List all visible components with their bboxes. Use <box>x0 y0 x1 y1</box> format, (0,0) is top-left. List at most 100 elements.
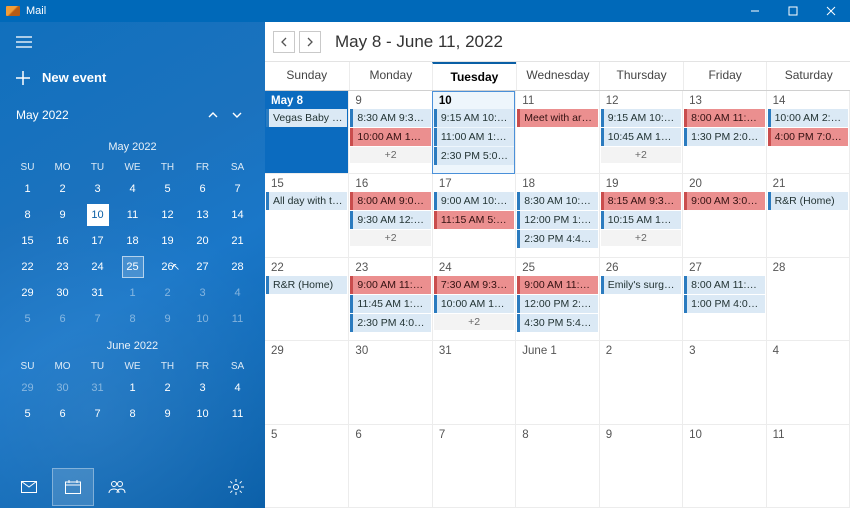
mini-day[interactable]: 26↖ <box>150 254 185 280</box>
event-chip[interactable]: 10:00 AM 12:00 P <box>434 295 514 313</box>
event-chip[interactable]: 9:15 AM 10:15 AM <box>601 109 681 127</box>
calendar-cell[interactable]: 29 <box>265 341 348 424</box>
event-chip[interactable]: 1:00 PM 4:00 PM <box>684 295 764 313</box>
calendar-cell[interactable]: 1410:00 AM 2:00 PM4:00 PM 7:00 PM <box>766 91 849 174</box>
mini-day[interactable]: 7 <box>220 176 255 202</box>
calendar-cell[interactable]: 15All day with the k… <box>265 174 348 257</box>
event-chip[interactable]: 8:30 AM 9:30 AM <box>350 109 430 127</box>
event-chip[interactable]: 7:30 AM 9:30 AM <box>434 276 514 294</box>
event-chip[interactable]: 9:00 AM 3:00 PM <box>684 192 764 210</box>
event-chip[interactable]: 2:30 PM 5:00 PM <box>434 147 514 165</box>
window-maximize-button[interactable] <box>774 0 812 22</box>
calendar-cell[interactable]: 7 <box>432 425 515 508</box>
mini-day[interactable]: 2 <box>45 176 80 202</box>
event-chip[interactable]: 11:15 AM 5:00 PM <box>434 211 514 229</box>
settings-button[interactable] <box>215 468 257 506</box>
mini-day[interactable]: 29 <box>10 280 45 306</box>
mail-button[interactable] <box>8 468 50 506</box>
event-chip[interactable]: 2:30 PM 4:00 PM <box>350 314 430 332</box>
mini-day[interactable]: 7 <box>80 401 115 427</box>
event-chip[interactable]: 8:00 AM 11:00 AM <box>684 276 764 294</box>
event-chip[interactable]: 9:00 AM 11:00 AM <box>350 276 430 294</box>
month-next-button[interactable] <box>225 103 249 127</box>
event-chip[interactable]: 4:00 PM 7:00 PM <box>768 128 848 146</box>
mini-day[interactable]: 4 <box>115 176 150 202</box>
calendar-cell[interactable]: 9 <box>599 425 682 508</box>
mini-day[interactable]: 6 <box>185 176 220 202</box>
mini-day[interactable]: 14 <box>220 202 255 228</box>
event-chip[interactable]: 2:30 PM 4:45 PM <box>517 230 597 248</box>
mini-day[interactable]: 27 <box>185 254 220 280</box>
mini-day[interactable]: 11 <box>220 306 255 332</box>
mini-day[interactable]: 30 <box>45 280 80 306</box>
calendar-cell[interactable]: 2 <box>599 341 682 424</box>
event-chip[interactable]: R&R (Home) <box>768 192 848 210</box>
event-chip[interactable]: 12:00 PM 1:30 PM <box>517 211 597 229</box>
mini-day[interactable]: 4 <box>220 280 255 306</box>
mini-day[interactable]: 15 <box>10 228 45 254</box>
calendar-cell[interactable]: 3 <box>682 341 765 424</box>
mini-day[interactable]: 8 <box>115 401 150 427</box>
event-chip[interactable]: 10:45 AM 12:00 P <box>601 128 681 146</box>
mini-day[interactable]: 20 <box>185 228 220 254</box>
mini-day[interactable]: 5 <box>10 401 45 427</box>
event-chip[interactable]: 8:30 AM 10:30 AM <box>517 192 597 210</box>
calendar-cell[interactable]: 6 <box>348 425 431 508</box>
mini-day[interactable]: 5 <box>150 176 185 202</box>
mini-day[interactable]: 23 <box>45 254 80 280</box>
overflow-indicator[interactable]: +2 <box>601 147 681 163</box>
calendar-cell[interactable]: 11Meet with archit… <box>515 91 598 174</box>
calendar-cell[interactable]: 168:00 AM 9:00 AM9:30 AM 12:00 PM+2 <box>348 174 431 257</box>
mini-day[interactable]: 28 <box>220 254 255 280</box>
calendar-cell[interactable]: 98:30 AM 9:30 AM10:00 AM 12:00 P+2 <box>348 91 431 174</box>
event-chip[interactable]: 10:00 AM 2:00 PM <box>768 109 848 127</box>
event-chip[interactable]: Vegas Baby (Las… <box>266 109 347 127</box>
mini-day[interactable]: 3 <box>80 176 115 202</box>
mini-day[interactable]: 31 <box>80 280 115 306</box>
mini-day[interactable]: 25 <box>115 254 150 280</box>
mini-day[interactable]: 9 <box>150 306 185 332</box>
month-prev-button[interactable] <box>201 103 225 127</box>
calendar-cell[interactable]: June 1 <box>515 341 598 424</box>
event-chip[interactable]: 9:30 AM 12:00 PM <box>350 211 430 229</box>
mini-day[interactable]: 3 <box>185 280 220 306</box>
mini-day[interactable]: 1 <box>10 176 45 202</box>
window-minimize-button[interactable] <box>736 0 774 22</box>
mini-day[interactable]: 5 <box>10 306 45 332</box>
calendar-cell[interactable]: 5 <box>265 425 348 508</box>
mini-day[interactable]: 8 <box>10 202 45 228</box>
calendar-cell[interactable]: 239:00 AM 11:00 AM11:45 AM 1:30 PM2:30 P… <box>348 258 431 341</box>
calendar-cell[interactable]: 10 <box>682 425 765 508</box>
mini-day[interactable]: 9 <box>45 202 80 228</box>
calendar-cell[interactable]: 30 <box>348 341 431 424</box>
event-chip[interactable]: 8:00 AM 9:00 AM <box>350 192 430 210</box>
event-chip[interactable]: R&R (Home) <box>266 276 347 294</box>
range-next-button[interactable] <box>299 31 321 53</box>
mini-day[interactable]: 6 <box>45 401 80 427</box>
event-chip[interactable]: Emily's surgery (… <box>601 276 681 294</box>
mini-day[interactable]: 24 <box>80 254 115 280</box>
event-chip[interactable]: Meet with archit… <box>517 109 597 127</box>
mini-day[interactable]: 7 <box>80 306 115 332</box>
calendar-cell[interactable]: 11 <box>766 425 849 508</box>
mini-day[interactable]: 29 <box>10 375 45 401</box>
mini-day[interactable]: 11 <box>220 401 255 427</box>
mini-day[interactable]: 18 <box>115 228 150 254</box>
calendar-cell[interactable]: 138:00 AM 11:00 AM1:30 PM 2:00 PM <box>682 91 765 174</box>
event-chip[interactable]: 9:15 AM 10:30 AM <box>434 109 514 127</box>
mini-day[interactable]: 21 <box>220 228 255 254</box>
mini-day[interactable]: 12 <box>150 202 185 228</box>
event-chip[interactable]: 11:45 AM 1:30 PM <box>350 295 430 313</box>
calendar-cell[interactable]: 247:30 AM 9:30 AM10:00 AM 12:00 P+2 <box>432 258 515 341</box>
mini-day[interactable]: 8 <box>115 306 150 332</box>
mini-day[interactable]: 22 <box>10 254 45 280</box>
mini-day[interactable]: 1 <box>115 375 150 401</box>
overflow-indicator[interactable]: +2 <box>350 230 430 246</box>
calendar-cell[interactable]: 26Emily's surgery (… <box>599 258 682 341</box>
calendar-cell[interactable]: 8 <box>515 425 598 508</box>
mini-day[interactable]: 11 <box>115 202 150 228</box>
sidebar-month-label[interactable]: May 2022 <box>16 108 201 122</box>
range-prev-button[interactable] <box>273 31 295 53</box>
event-chip[interactable]: 9:00 AM 10:00 AM <box>434 192 514 210</box>
calendar-cell[interactable]: 31 <box>432 341 515 424</box>
